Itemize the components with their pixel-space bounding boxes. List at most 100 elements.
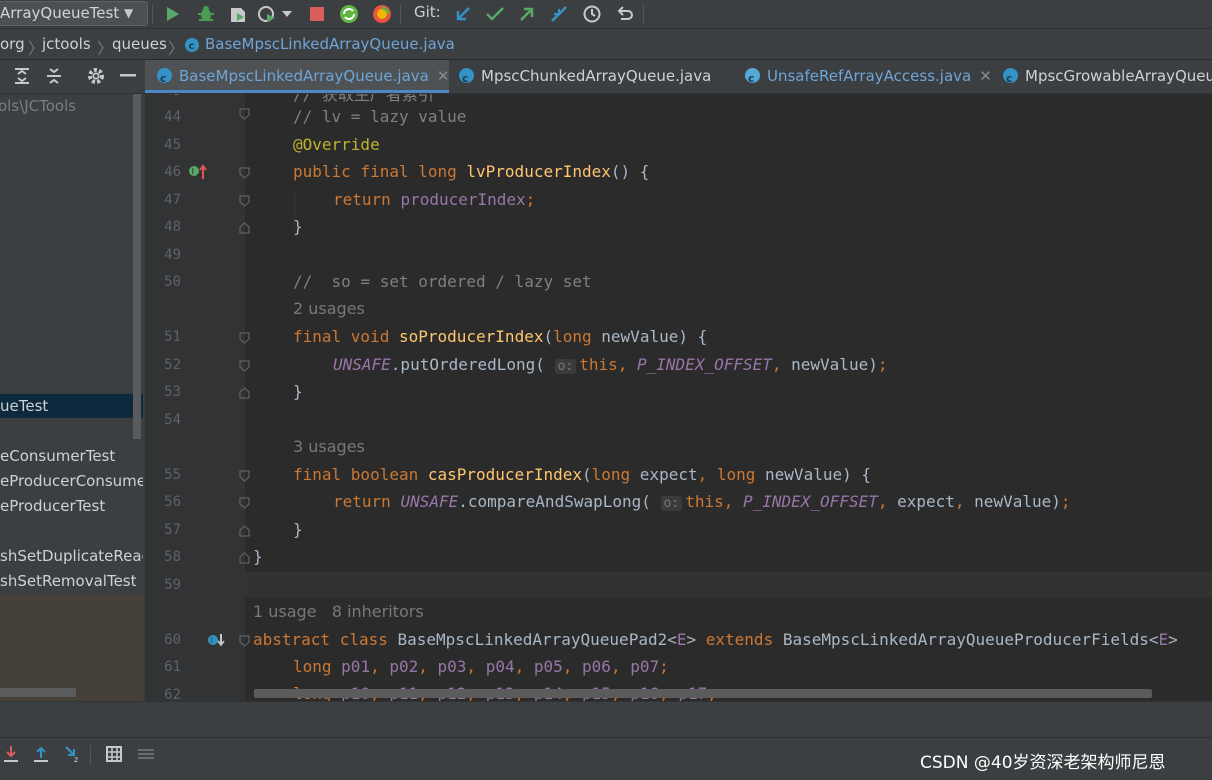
tree-item[interactable]: shSetRemovalTest xyxy=(0,569,143,593)
run-icon[interactable] xyxy=(161,2,185,26)
tab-mpsc-chunked-array-queue[interactable]: MpscChunkedArrayQueue.java xyxy=(459,60,711,93)
git-merge-icon[interactable] xyxy=(547,2,571,26)
editor-horizontal-scrollbar[interactable] xyxy=(254,689,1152,698)
code-line: } xyxy=(253,547,263,566)
fold-marker-icon[interactable] xyxy=(239,387,250,399)
table-icon[interactable] xyxy=(103,743,125,765)
breadcrumb-file[interactable]: BaseMpscLinkedArrayQueue.java xyxy=(205,35,455,53)
tab-base-mpsc-linked-array-queue[interactable]: BaseMpscLinkedArrayQueue.java ✕ xyxy=(145,60,449,93)
git-update-icon[interactable] xyxy=(451,2,475,26)
run-config-dropdown[interactable]: ArrayQueueTest ▼ xyxy=(0,1,148,26)
csdn-watermark: CSDN @40岁资深老架构师尼恩 xyxy=(920,753,1166,773)
profile-icon[interactable] xyxy=(256,2,280,26)
git-push-icon[interactable] xyxy=(515,2,539,26)
project-panel-header xyxy=(0,60,145,94)
fold-marker-icon[interactable] xyxy=(239,552,250,564)
stop-icon[interactable] xyxy=(305,2,329,26)
fold-marker-icon[interactable] xyxy=(239,525,250,537)
sort-icon[interactable]: z xyxy=(62,743,84,765)
tree-item-label: eConsumerTest xyxy=(0,447,116,465)
class-file-icon xyxy=(459,62,474,93)
line-number: 44 xyxy=(164,109,181,125)
fold-marker-icon[interactable] xyxy=(239,195,250,207)
line-number: 48 xyxy=(164,219,181,235)
project-vertical-scrollbar[interactable] xyxy=(133,94,141,439)
fold-marker-icon[interactable] xyxy=(239,167,250,179)
code-line: // so = set ordered / lazy set xyxy=(293,272,592,291)
code-line: final boolean casProducerIndex(long expe… xyxy=(293,465,871,484)
line-number: 61 xyxy=(164,659,181,675)
tree-item[interactable]: eProducerConsume xyxy=(0,469,143,493)
tree-item-label: shSetDuplicateRead xyxy=(0,547,143,565)
line-number: 60 xyxy=(164,632,181,648)
line-number: 51 xyxy=(164,329,181,345)
svg-text:I: I xyxy=(211,636,213,645)
line-number: 52 xyxy=(164,357,181,373)
coverage-icon[interactable] xyxy=(226,2,250,26)
line-number: 59 xyxy=(164,577,181,593)
import-changes-icon[interactable] xyxy=(0,743,22,765)
toolbar-divider xyxy=(152,4,153,24)
breadcrumb-separator: 〉 xyxy=(168,39,185,58)
diff-icon[interactable] xyxy=(135,743,157,765)
line-number: 50 xyxy=(164,274,181,290)
history-icon[interactable] xyxy=(580,2,604,26)
svg-text:c: c xyxy=(189,41,195,52)
tab-mpsc-growable-array-queue[interactable]: MpscGrowableArrayQueu xyxy=(1003,60,1212,93)
project-path: ols\JCTools xyxy=(0,97,77,115)
usages-hint[interactable]: 2 usages xyxy=(293,299,365,318)
line-number: 45 xyxy=(164,137,181,153)
tree-item[interactable]: shSetDuplicateRead xyxy=(0,544,143,568)
tree-item[interactable]: eConsumerTest xyxy=(0,444,143,468)
fold-marker-icon[interactable] xyxy=(239,222,250,234)
breadcrumb-item-jctools[interactable]: jctools xyxy=(42,35,91,53)
line-number: 56 xyxy=(164,494,181,510)
line-number: 49 xyxy=(164,247,181,263)
breadcrumb-item-queues[interactable]: queues xyxy=(112,35,167,53)
hide-panel-icon[interactable] xyxy=(116,64,140,88)
breadcrumb: org 〉 jctools 〉 queues 〉 c BaseMpscLinke… xyxy=(0,29,1212,60)
fold-marker-icon[interactable] xyxy=(239,470,250,482)
close-icon[interactable]: ✕ xyxy=(979,67,992,85)
line-number: 54 xyxy=(164,412,181,428)
collapse-all-icon[interactable] xyxy=(42,64,66,88)
usages-hint[interactable]: 3 usages xyxy=(293,437,365,456)
expand-all-icon[interactable] xyxy=(10,64,34,88)
parameter-hint: o: xyxy=(660,496,683,511)
toolbar-divider xyxy=(90,745,91,765)
parameter-hint: o: xyxy=(554,359,577,374)
toolbar-divider xyxy=(400,4,401,24)
chevron-down-icon[interactable] xyxy=(280,2,294,26)
tab-label: MpscGrowableArrayQueu xyxy=(1025,67,1212,85)
implementation-marker-icon[interactable]: I xyxy=(188,164,208,184)
tree-empty-area xyxy=(0,594,143,701)
breadcrumb-item-org[interactable]: org xyxy=(0,35,25,53)
usages-hint[interactable]: 1 usage 8 inheritors xyxy=(253,602,424,621)
debug-icon[interactable] xyxy=(194,2,218,26)
tree-item[interactable]: ueTest xyxy=(0,394,143,418)
line-number: 58 xyxy=(164,549,181,565)
sync-icon[interactable] xyxy=(337,2,361,26)
code-line: return UNSAFE.compareAndSwapLong( o: this… xyxy=(333,492,1071,511)
code-editor[interactable]: 43 44 45 46 47 48 49 50 51 52 53 54 55 5… xyxy=(145,94,1212,701)
gear-icon[interactable] xyxy=(84,64,108,88)
fold-marker-icon[interactable] xyxy=(239,360,250,372)
project-horizontal-scrollbar[interactable] xyxy=(0,688,76,697)
tree-item[interactable]: eProducerTest xyxy=(0,494,143,518)
inheritors-marker-icon[interactable]: I xyxy=(207,632,225,652)
rollback-icon[interactable] xyxy=(612,2,636,26)
fold-marker-icon[interactable] xyxy=(239,332,250,344)
tab-label: MpscChunkedArrayQueue.java xyxy=(481,67,712,85)
fold-marker-icon[interactable] xyxy=(239,497,250,509)
code-line: @Override xyxy=(293,135,380,154)
close-icon[interactable]: ✕ xyxy=(437,67,450,85)
git-commit-icon[interactable] xyxy=(483,2,507,26)
export-icon[interactable] xyxy=(30,743,52,765)
tool-window-area xyxy=(0,701,1212,738)
fold-marker-icon[interactable] xyxy=(239,108,250,120)
fold-marker-icon[interactable] xyxy=(239,635,250,647)
tab-unsafe-ref-array-access[interactable]: UnsafeRefArrayAccess.java ✕ xyxy=(745,60,992,93)
ultimate-icon[interactable] xyxy=(370,2,394,26)
tab-label: UnsafeRefArrayAccess.java xyxy=(767,67,972,85)
class-file-icon xyxy=(745,62,760,93)
